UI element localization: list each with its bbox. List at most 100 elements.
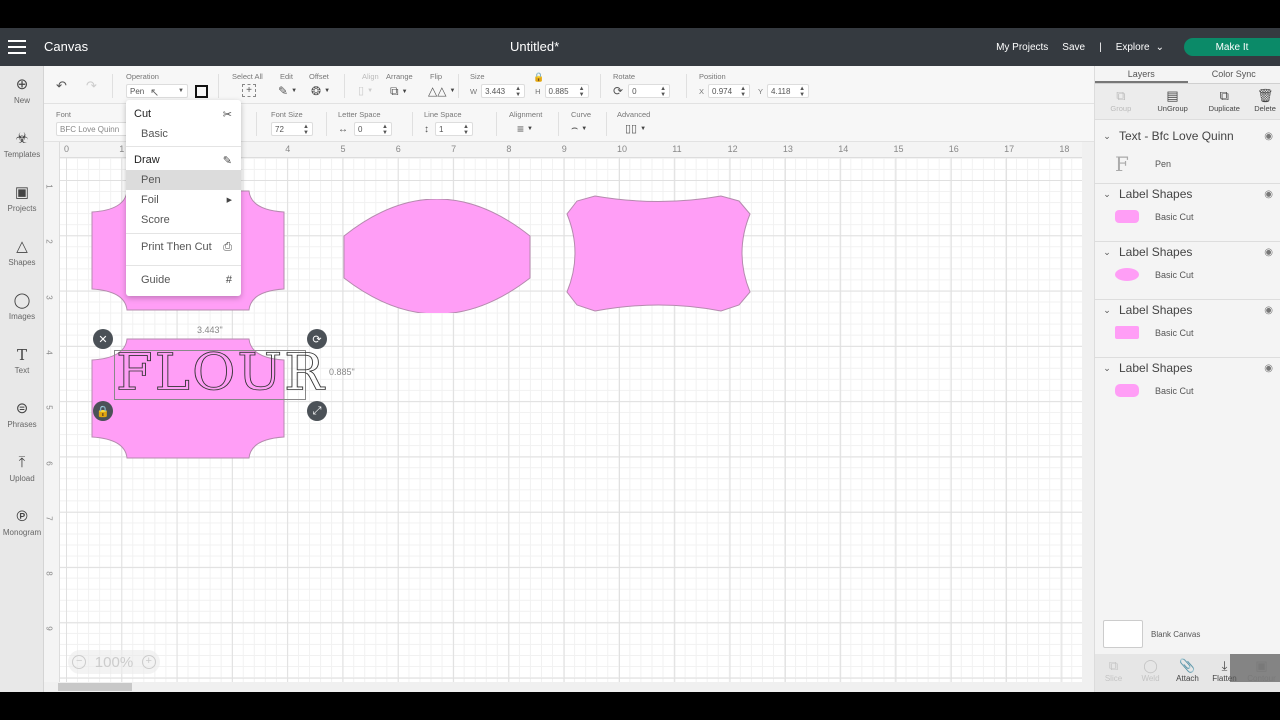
- scissors-icon: ✂: [222, 108, 232, 121]
- width-input[interactable]: 3.443 ▲ ▼: [481, 84, 526, 98]
- sidebar-item-images[interactable]: ◯ Images: [0, 290, 44, 321]
- my-projects-link[interactable]: My Projects: [996, 42, 1048, 53]
- speech-bubble-icon: ⊜: [15, 400, 29, 417]
- menu-item-print-then-cut[interactable]: Print Then Cut ⎙: [126, 237, 241, 257]
- chevron-down-icon[interactable]: ⌄: [1095, 363, 1119, 374]
- letter-space-input[interactable]: 0 ▲ ▼: [354, 122, 392, 136]
- tab-layers[interactable]: Layers: [1095, 66, 1188, 83]
- menu-item-pen[interactable]: Pen: [126, 170, 241, 190]
- label-shape-oval[interactable]: [343, 199, 531, 313]
- menu-item-basic[interactable]: Basic: [126, 124, 241, 144]
- attach-button[interactable]: 📎 Attach: [1169, 654, 1206, 692]
- layer-item[interactable]: Basic Cut: [1115, 268, 1194, 281]
- explore-dropdown[interactable]: Explore ⌄: [1116, 42, 1164, 53]
- chevron-down-icon[interactable]: ⌄: [1095, 247, 1119, 258]
- chevron-down-icon[interactable]: ⌄: [1095, 131, 1119, 142]
- sidebar-item-shapes[interactable]: △ Shapes: [0, 236, 44, 267]
- tab-color-sync[interactable]: Color Sync: [1188, 66, 1280, 83]
- chevron-down-icon[interactable]: ⌄: [1095, 305, 1119, 316]
- duplicate-button[interactable]: ⧉ Duplicate: [1198, 84, 1250, 119]
- rotate-handle-icon[interactable]: ⟳: [307, 329, 327, 349]
- weld-button[interactable]: ◯ Weld: [1132, 654, 1169, 692]
- zoom-out-icon[interactable]: −: [72, 655, 87, 669]
- edit-pencil-icon[interactable]: ✎: [278, 84, 288, 98]
- rotate-input[interactable]: 0 ▲ ▼: [628, 84, 671, 98]
- hamburger-menu-icon[interactable]: [8, 40, 26, 54]
- vertical-scrollbar[interactable]: [1082, 142, 1094, 692]
- ungroup-button[interactable]: ▤ UnGroup: [1147, 84, 1199, 119]
- letter-space-label: Letter Space: [338, 110, 381, 119]
- sidebar-item-new[interactable]: ⊕ New: [0, 74, 44, 105]
- advanced-icon[interactable]: ▯▯: [625, 122, 637, 135]
- menu-item-guide[interactable]: Guide #: [126, 270, 241, 290]
- layer-item[interactable]: Basic Cut: [1115, 210, 1194, 223]
- y-position-input[interactable]: 4.118 ▲ ▼: [767, 84, 810, 98]
- menu-item-score[interactable]: Score: [126, 210, 241, 230]
- delete-handle-icon[interactable]: ✕: [93, 329, 113, 349]
- eye-icon[interactable]: ◉: [1264, 305, 1273, 316]
- align-icon[interactable]: ▯: [358, 84, 364, 97]
- resize-handle-icon[interactable]: ⤢: [307, 401, 327, 421]
- ruler-tick-label: 14: [838, 144, 849, 154]
- zoom-in-icon[interactable]: +: [141, 655, 156, 669]
- sidebar-item-phrases[interactable]: ⊜ Phrases: [0, 398, 44, 429]
- layer-header[interactable]: ⌄ Label Shapes ◉: [1095, 184, 1280, 204]
- sidebar-item-text[interactable]: T Text: [0, 344, 44, 375]
- label-shape-pinched[interactable]: [566, 195, 752, 313]
- layer-item[interactable]: F Pen: [1115, 152, 1171, 176]
- eye-icon[interactable]: ◉: [1264, 189, 1273, 200]
- font-size-input[interactable]: 72 ▲ ▼: [271, 122, 313, 136]
- document-title[interactable]: Untitled*: [510, 39, 559, 54]
- redo-icon[interactable]: ↷: [86, 78, 97, 94]
- undo-icon[interactable]: ↶: [56, 78, 67, 94]
- curve-label: Curve: [571, 110, 592, 119]
- lock-handle-icon[interactable]: 🔒: [93, 401, 113, 421]
- chevron-down-icon[interactable]: ⌄: [1095, 189, 1119, 200]
- menu-item-foil[interactable]: Foil ▶: [126, 190, 241, 210]
- layer-header[interactable]: ⌄ Label Shapes ◉: [1095, 242, 1280, 262]
- paperclip-icon: 📎: [1179, 658, 1196, 673]
- blank-canvas-swatch[interactable]: [1103, 620, 1143, 648]
- layer-group-label-shapes: ⌄ Label Shapes ◉ Basic Cut: [1095, 242, 1280, 300]
- layer-header[interactable]: ⌄ Label Shapes ◉: [1095, 358, 1280, 378]
- scrollbar-thumb[interactable]: [58, 683, 132, 691]
- delete-button[interactable]: 🗑 Delete: [1250, 84, 1280, 119]
- pen-color-swatch[interactable]: [195, 84, 208, 98]
- eye-icon[interactable]: ◉: [1264, 247, 1273, 258]
- eye-icon[interactable]: ◉: [1264, 363, 1273, 374]
- ruler-tick-label: 17: [1004, 144, 1015, 154]
- line-space-input[interactable]: 1 ▲ ▼: [435, 122, 473, 136]
- slice-button[interactable]: ⧉ Slice: [1095, 654, 1132, 692]
- select-all-icon[interactable]: +: [242, 84, 256, 97]
- explore-label: Explore: [1115, 41, 1150, 53]
- offset-icon[interactable]: ❂: [311, 84, 321, 98]
- lock-ratio-icon[interactable]: 🔒: [533, 72, 544, 83]
- flour-text[interactable]: FLOUR: [116, 343, 326, 403]
- group-button[interactable]: ⧉ Group: [1095, 84, 1147, 119]
- height-input[interactable]: 0.885 ▲ ▼: [544, 84, 589, 98]
- ruler-tick-label: 16: [948, 144, 959, 154]
- horizontal-scrollbar[interactable]: [44, 682, 1082, 692]
- layer-header[interactable]: ⌄ Label Shapes ◉: [1095, 300, 1280, 320]
- layer-item[interactable]: Basic Cut: [1115, 384, 1194, 397]
- save-link[interactable]: Save: [1062, 42, 1085, 53]
- layer-header[interactable]: ⌄ Text - Bfc Love Quinn ◉: [1095, 126, 1280, 146]
- sidebar-item-monogram[interactable]: ℗ Monogram: [0, 506, 44, 537]
- printer-icon: ⎙: [223, 240, 232, 253]
- ruler-tick-label: 9: [44, 626, 54, 632]
- sidebar-item-projects[interactable]: ▣ Projects: [0, 182, 44, 213]
- curve-icon[interactable]: ⌢: [571, 122, 578, 135]
- eye-icon[interactable]: ◉: [1264, 131, 1273, 142]
- layer-item[interactable]: Basic Cut: [1115, 326, 1194, 339]
- shapes-icon: △: [16, 238, 28, 255]
- flip-icon[interactable]: △△: [428, 84, 446, 98]
- menu-item-draw[interactable]: Draw ✎: [126, 150, 241, 170]
- x-position-input[interactable]: 0.974 ▲ ▼: [708, 84, 751, 98]
- sidebar-item-upload[interactable]: ⤒ Upload: [0, 452, 44, 483]
- arrange-icon[interactable]: ⧉: [390, 84, 399, 99]
- make-it-button[interactable]: Make It: [1184, 38, 1280, 56]
- menu-item-cut[interactable]: Cut ✂: [126, 104, 241, 124]
- text-align-icon[interactable]: ≡: [517, 122, 524, 136]
- sidebar-item-templates[interactable]: ☣ Templates: [0, 128, 44, 159]
- layer-group-label-shapes: ⌄ Label Shapes ◉ Basic Cut: [1095, 300, 1280, 358]
